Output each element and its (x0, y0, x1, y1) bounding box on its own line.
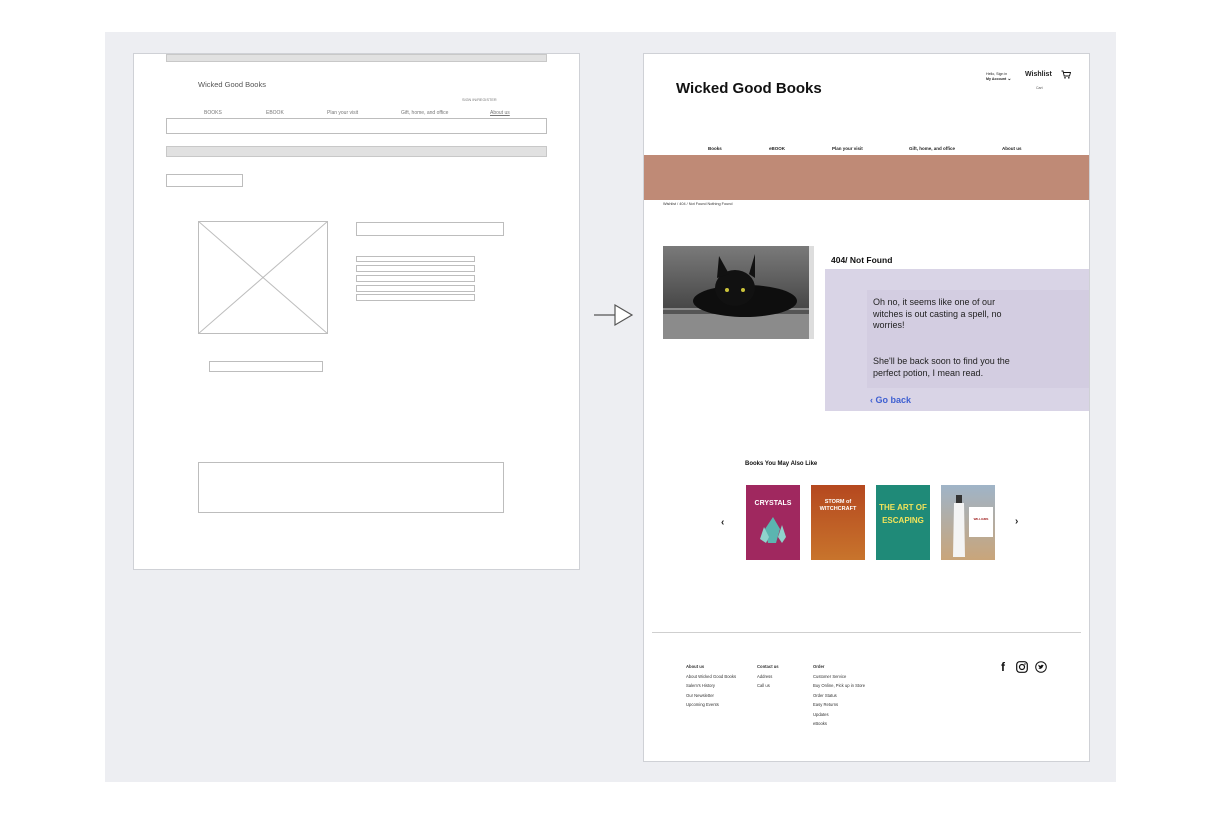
cart-label[interactable]: Cart (1036, 86, 1043, 90)
book-title: STORM of WITCHCRAFT (819, 499, 857, 512)
wf-nav-books[interactable]: BOOKS (204, 110, 222, 116)
my-account-label[interactable]: My Account (986, 77, 1006, 81)
chevron-left-icon[interactable]: ‹ (870, 395, 873, 405)
nav-about[interactable]: About us (1002, 146, 1022, 151)
book-title: THE ART OF ESCAPING (879, 503, 927, 525)
instagram-icon[interactable] (1016, 661, 1028, 673)
error-panel: Oh no, it seems like one of our witches … (825, 269, 1089, 411)
footer-col-about: About us About Wicked Good Books Salem's… (686, 662, 736, 710)
footer-divider (652, 632, 1081, 633)
wf-banner-box (166, 118, 547, 134)
book-cover-lighthouse[interactable]: WILLIAMS (941, 485, 995, 560)
book-label: WILLIAMS (969, 507, 993, 537)
book-cover-art-of-escaping[interactable]: THE ART OF ESCAPING (876, 485, 930, 560)
go-back-link[interactable]: ‹ Go back (870, 395, 911, 405)
footer-link[interactable]: Easy Returns (813, 700, 865, 710)
go-back-label[interactable]: Go back (876, 395, 912, 405)
error-line-2: She'll be back soon to find you the perf… (873, 356, 1010, 378)
site-title[interactable]: Wicked Good Books (676, 80, 822, 97)
wf-breadcrumb-box (166, 174, 243, 187)
error-message-box: Oh no, it seems like one of our witches … (867, 290, 1089, 388)
footer-link[interactable]: Buy Online, Pick up in Store (813, 681, 865, 691)
twitter-icon[interactable] (1035, 661, 1047, 673)
recommend-heading: Books You May Also Like (745, 461, 818, 467)
carousel-next-icon[interactable]: › (1015, 516, 1018, 527)
footer-heading: Contact us (757, 664, 779, 669)
crystal-icon (760, 517, 786, 543)
wf-nav-about[interactable]: About us (490, 110, 510, 116)
nav-ebook[interactable]: eBOOK (769, 146, 785, 151)
wf-site-title: Wicked Good Books (198, 80, 266, 89)
book-cover-crystals[interactable]: CRYSTALS (746, 485, 800, 560)
nav-books[interactable]: Books (708, 146, 722, 151)
chevron-down-icon[interactable]: ⌄ (1007, 76, 1011, 82)
nav-gift[interactable]: Gift, home, and office (909, 146, 955, 151)
footer-col-order: Order Customer Service Buy Online, Pick … (813, 662, 865, 729)
hero-banner (644, 155, 1089, 200)
footer-link[interactable]: Call us (757, 681, 779, 691)
wf-text-line (356, 265, 475, 272)
footer-heading: About us (686, 664, 705, 669)
wf-text-line (356, 294, 475, 301)
footer-link[interactable]: About Wicked Good Books (686, 672, 736, 682)
book-title: CRYSTALS (754, 500, 792, 507)
wf-top-bar (166, 54, 547, 62)
carousel-prev-icon[interactable]: ‹ (721, 517, 724, 528)
account-menu[interactable]: Hello, Sign in My Account ⌄ (986, 72, 1011, 81)
arrow-icon (594, 303, 634, 327)
wf-text-line (356, 275, 475, 282)
footer-link[interactable]: Upcoming Events (686, 700, 736, 710)
footer-col-contact: Contact us Address Call us (757, 662, 779, 691)
footer-link[interactable]: Address (757, 672, 779, 682)
mockup-panel: Wicked Good Books Hello, Sign in My Acco… (643, 53, 1090, 762)
wf-nav-ebook[interactable]: EBOOK (266, 110, 284, 116)
wf-nav-visit[interactable]: Plan your visit (327, 110, 358, 116)
footer-link[interactable]: Updates (813, 710, 865, 720)
footer-link[interactable]: Salem's History (686, 681, 736, 691)
book-cover-storm-of-witchcraft[interactable]: STORM of WITCHCRAFT (811, 485, 865, 560)
footer-heading: Order (813, 664, 825, 669)
black-cat-image (663, 246, 814, 339)
lighthouse-icon (953, 495, 965, 557)
wf-title-box (356, 222, 504, 236)
footer-link[interactable]: Customer Service (813, 672, 865, 682)
footer-link[interactable]: Our Newsletter (686, 691, 736, 701)
wf-sign-in[interactable]: SIGN IN/REGISTER (462, 98, 497, 102)
footer-link[interactable]: Order Status (813, 691, 865, 701)
facebook-icon[interactable]: f (1001, 660, 1005, 674)
wireframe-panel: Wicked Good Books SIGN IN/REGISTER BOOKS… (133, 53, 580, 570)
nav-plan-visit[interactable]: Plan your visit (832, 146, 863, 151)
cart-icon[interactable] (1061, 70, 1071, 79)
wishlist-link[interactable]: Wishlist (1025, 71, 1052, 78)
wf-text-line (356, 256, 475, 262)
wf-image-placeholder (198, 221, 328, 334)
wf-breadcrumb-bar (166, 146, 547, 157)
breadcrumb[interactable]: Wishlist / 404 / Not Found Nothing Found (663, 202, 732, 206)
wf-footer-box (198, 462, 504, 513)
wf-text-line (356, 285, 475, 292)
error-title: 404/ Not Found (831, 255, 893, 265)
footer-link[interactable]: eBooks (813, 719, 865, 729)
error-line-1: Oh no, it seems like one of our witches … (873, 297, 1002, 330)
wf-button-box (209, 361, 323, 372)
wf-nav-gift[interactable]: Gift, home, and office (401, 110, 448, 116)
